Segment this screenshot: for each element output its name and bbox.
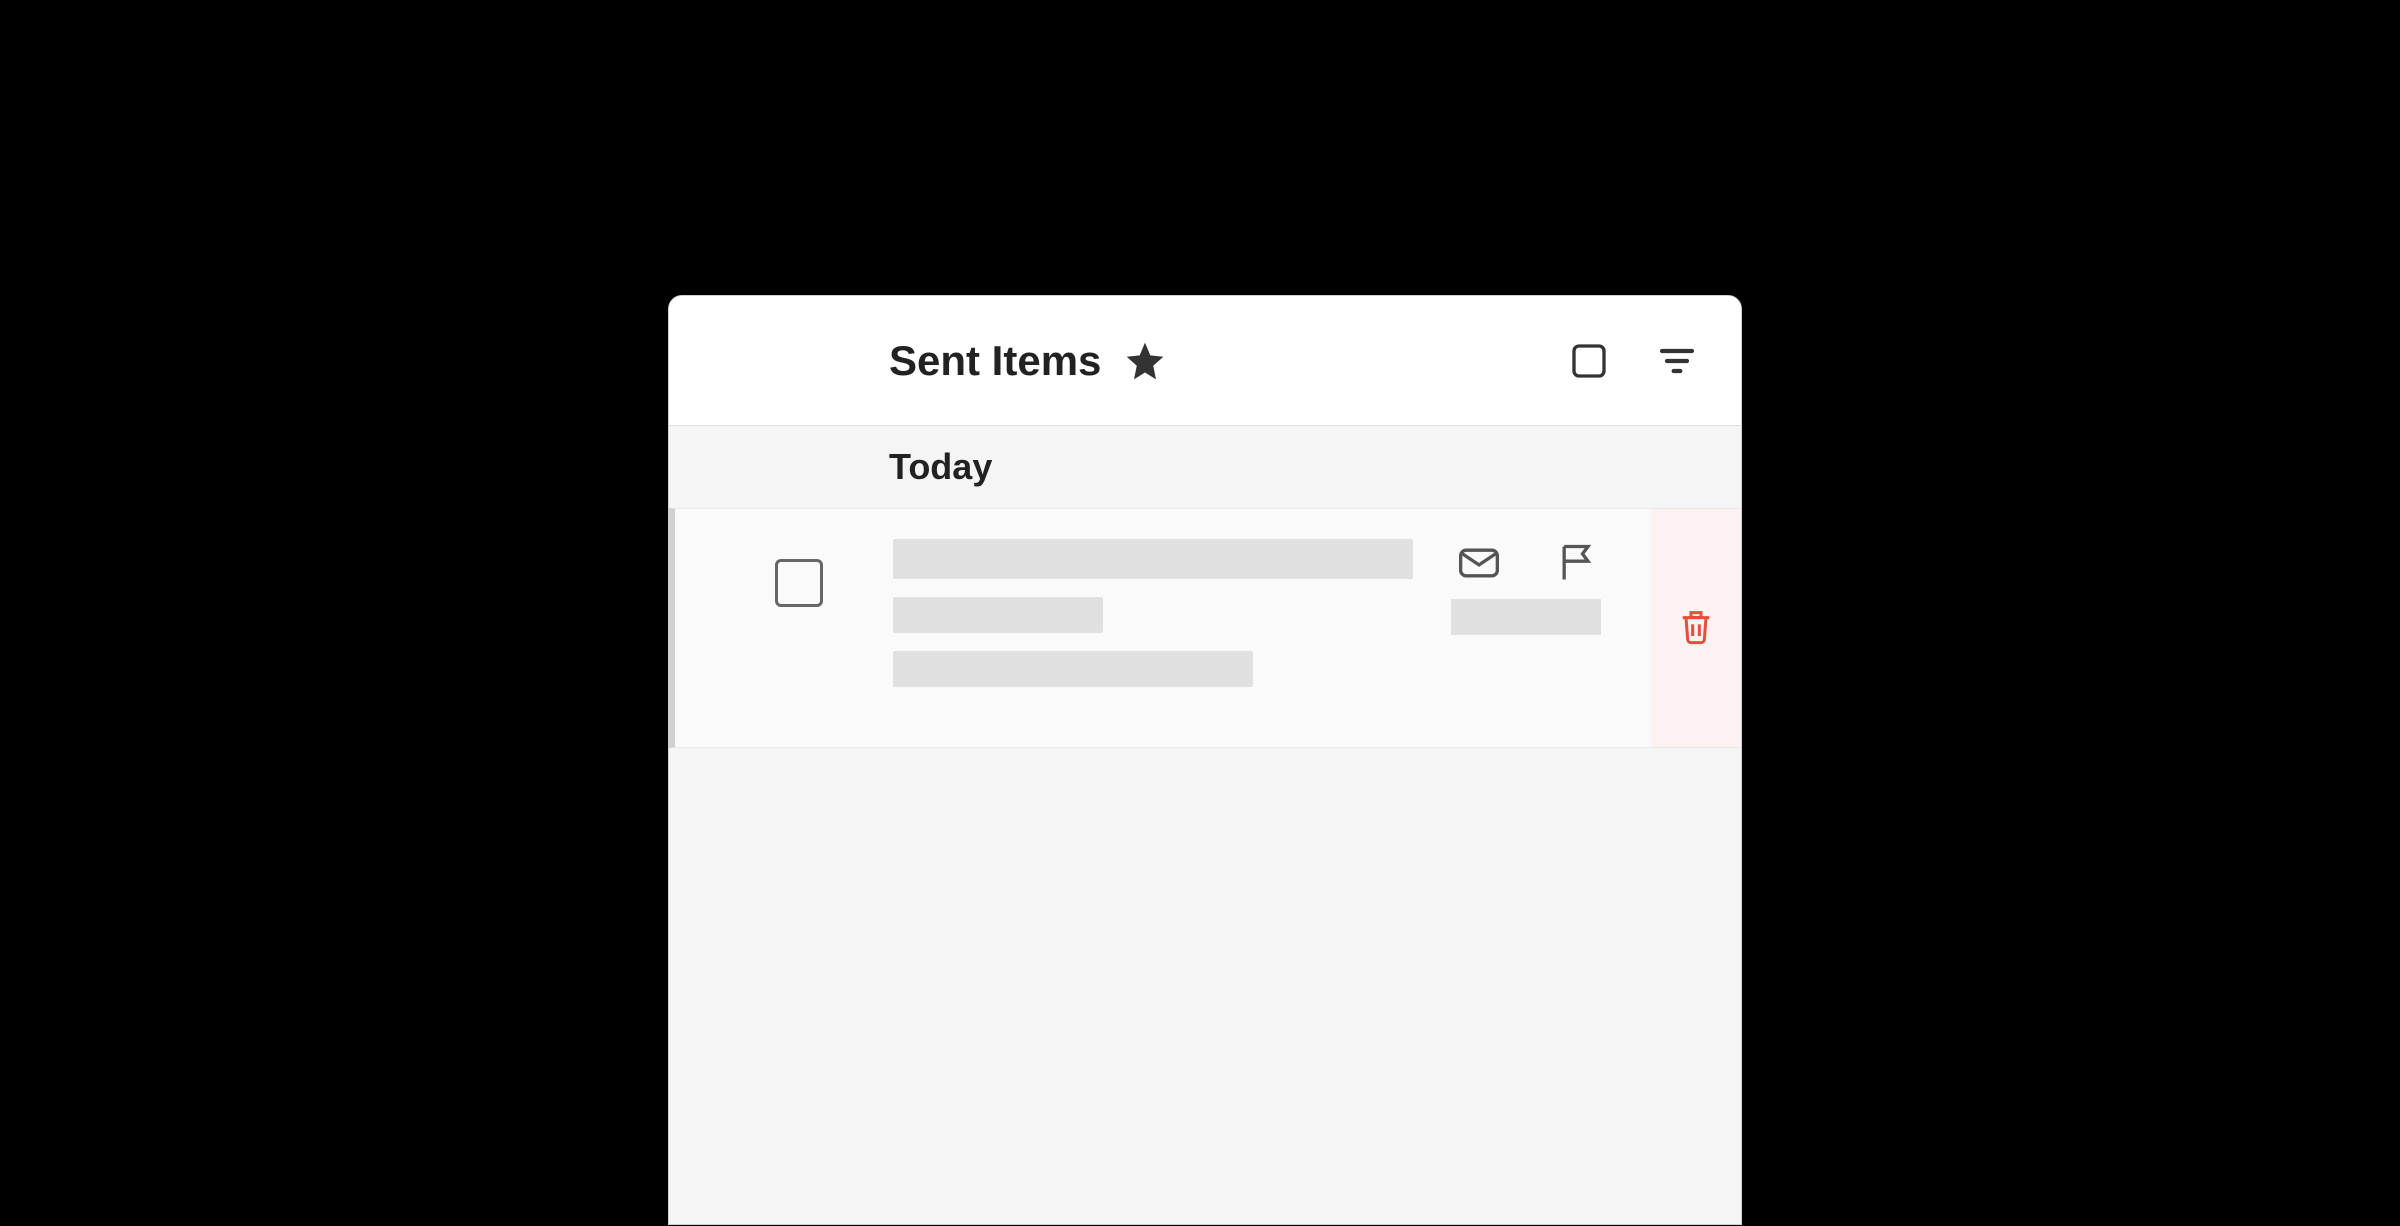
preview-placeholder <box>893 651 1253 687</box>
email-row-actions <box>1455 539 1601 587</box>
mail-list-panel: Sent Items Today <box>668 295 1742 1225</box>
header-actions <box>1565 337 1701 385</box>
filter-icon[interactable] <box>1653 337 1701 385</box>
trash-icon <box>1676 606 1716 651</box>
subject-placeholder <box>893 597 1103 633</box>
folder-title: Sent Items <box>889 337 1101 385</box>
time-placeholder <box>1451 599 1601 635</box>
flag-icon[interactable] <box>1553 539 1601 587</box>
select-mode-icon[interactable] <box>1565 337 1613 385</box>
favorite-star-icon[interactable] <box>1121 337 1169 385</box>
select-checkbox[interactable] <box>775 559 823 607</box>
envelope-icon[interactable] <box>1455 539 1503 587</box>
panel-header: Sent Items <box>669 296 1741 426</box>
date-group-header: Today <box>669 426 1741 508</box>
sender-placeholder <box>893 539 1413 579</box>
delete-button[interactable] <box>1651 509 1741 747</box>
email-content <box>893 539 1741 705</box>
email-row[interactable] <box>669 508 1741 748</box>
